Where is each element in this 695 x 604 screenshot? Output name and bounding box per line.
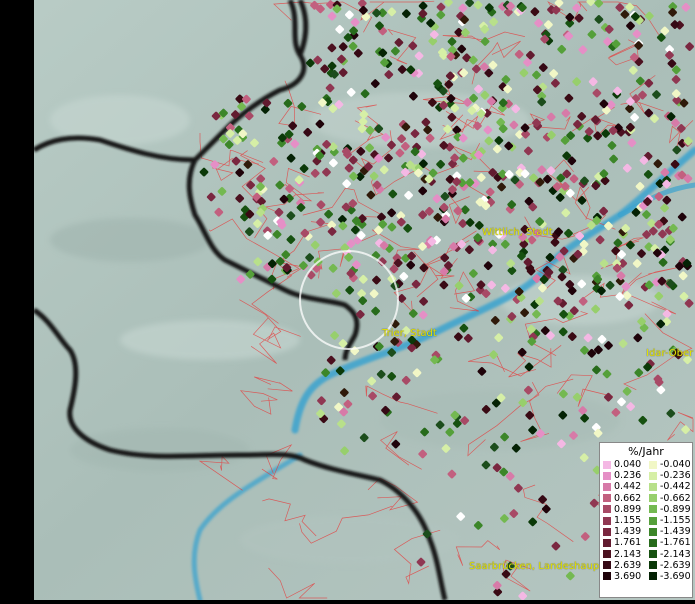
legend-entry-positive: 2.639 — [600, 560, 646, 571]
legend-entry-negative: -1.761 — [646, 537, 692, 548]
legend-title: %/Jahr — [628, 445, 664, 458]
legend-swatch — [603, 494, 611, 503]
legend-row: 0.040 -0.040 — [600, 459, 692, 470]
legend-entry-negative: -1.155 — [646, 515, 692, 526]
legend-swatch — [603, 471, 611, 480]
legend-entry-positive: 0.899 — [600, 504, 646, 515]
legend-row: 1.761 -1.761 — [600, 537, 692, 548]
legend-value: -3.690 — [660, 570, 691, 582]
legend-swatch — [649, 482, 657, 491]
legend-row: 1.439 -1.439 — [600, 526, 692, 537]
legend-swatch — [603, 527, 611, 536]
legend-value: 2.639 — [614, 559, 642, 571]
legend-swatch — [603, 538, 611, 547]
legend-entry-negative: -0.040 — [646, 459, 692, 470]
legend-value: 0.236 — [614, 470, 642, 482]
legend-entry-positive: 0.442 — [600, 481, 646, 492]
legend-value: 0.040 — [614, 459, 642, 471]
legend-swatch — [649, 561, 657, 570]
legend-entries: 0.040 -0.040 0.236 -0.236 0.442 -0.442 0.662 -0… — [600, 459, 692, 582]
legend-entry-positive: 0.236 — [600, 470, 646, 481]
legend-swatch — [649, 527, 657, 536]
legend-entry-positive: 1.761 — [600, 537, 646, 548]
legend-value: -0.442 — [660, 481, 691, 493]
legend-value: 2.143 — [614, 548, 642, 560]
legend-value: 1.761 — [614, 537, 642, 549]
legend-entry-positive: 2.143 — [600, 549, 646, 560]
legend-swatch — [649, 460, 657, 469]
legend-value: 0.442 — [614, 481, 642, 493]
legend-row: 0.236 -0.236 — [600, 470, 692, 481]
legend-entry-negative: -0.236 — [646, 470, 692, 481]
legend-swatch — [603, 482, 611, 491]
legend-value: 0.899 — [614, 503, 642, 515]
legend-swatch — [649, 471, 657, 480]
legend-entry-negative: -2.143 — [646, 549, 692, 560]
legend-entry-positive: 1.155 — [600, 515, 646, 526]
legend-value: -0.662 — [660, 492, 691, 504]
legend-value: 0.662 — [614, 492, 642, 504]
legend-entry-negative: -3.690 — [646, 571, 692, 582]
city-label-wittlich: Wittlich, Stadt — [482, 227, 553, 238]
legend-swatch — [649, 550, 657, 559]
left-edge-bar — [0, 0, 34, 600]
legend-swatch — [603, 572, 611, 581]
legend-value: -1.439 — [660, 526, 691, 538]
legend-entry-positive: 0.040 — [600, 459, 646, 470]
legend-entry-negative: -1.439 — [646, 526, 692, 537]
legend-value: -0.040 — [660, 459, 691, 471]
legend-entry-negative: -0.442 — [646, 481, 692, 492]
legend-row: 2.639 -2.639 — [600, 560, 692, 571]
legend-row: 0.899 -0.899 — [600, 504, 692, 515]
legend-row: 1.155 -1.155 — [600, 515, 692, 526]
legend-value: -0.899 — [660, 503, 691, 515]
legend-swatch — [649, 516, 657, 525]
legend-value: 1.439 — [614, 526, 642, 538]
legend-value: -2.639 — [660, 559, 691, 571]
legend-entry-negative: -0.662 — [646, 493, 692, 504]
legend-swatch — [603, 505, 611, 514]
legend-row: 3.690 -3.690 — [600, 571, 692, 582]
city-label-trier: Trier, Stadt — [382, 328, 437, 339]
legend-swatch — [649, 572, 657, 581]
legend-value: -2.143 — [660, 548, 691, 560]
legend-row: 0.442 -0.442 — [600, 481, 692, 492]
legend-row: 2.143 -2.143 — [600, 549, 692, 560]
city-label-idar-oberstein: Idar-Ober — [646, 348, 694, 359]
legend-swatch — [649, 505, 657, 514]
legend-value: -1.761 — [660, 537, 691, 549]
legend-value: -0.236 — [660, 470, 691, 482]
legend-value: 3.690 — [614, 570, 642, 582]
legend-swatch — [603, 516, 611, 525]
legend-swatch — [603, 460, 611, 469]
city-label-saarbruecken: Saarbrücken, Landeshaup — [469, 561, 600, 572]
legend-entry-negative: -2.639 — [646, 560, 692, 571]
legend-swatch — [649, 538, 657, 547]
legend-swatch — [603, 561, 611, 570]
legend-entry-negative: -0.899 — [646, 504, 692, 515]
legend-value: 1.155 — [614, 515, 642, 527]
legend-value: -1.155 — [660, 515, 691, 527]
legend-swatch — [649, 494, 657, 503]
legend-entry-positive: 1.439 — [600, 526, 646, 537]
legend-row: 0.662 -0.662 — [600, 493, 692, 504]
legend-entry-positive: 0.662 — [600, 493, 646, 504]
legend-swatch — [603, 550, 611, 559]
legend-panel: %/Jahr 0.040 -0.040 0.236 -0.236 0.442 -0.442… — [599, 442, 693, 598]
legend-entry-positive: 3.690 — [600, 571, 646, 582]
